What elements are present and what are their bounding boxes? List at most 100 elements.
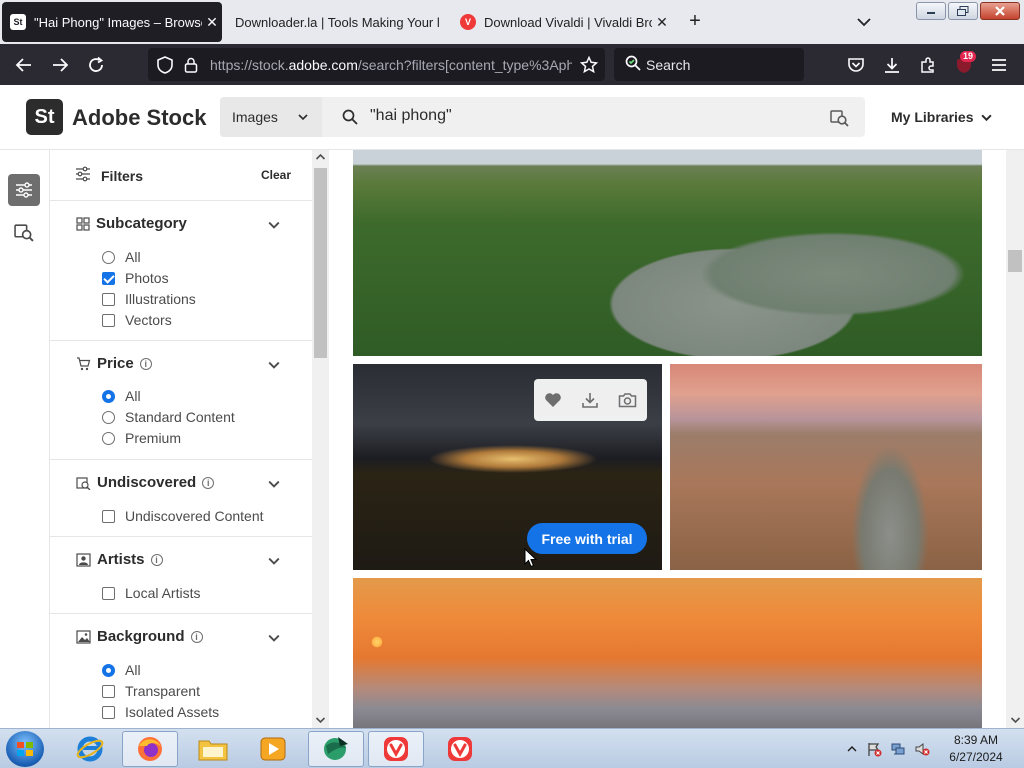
page-scrollbar-thumb[interactable] bbox=[1008, 250, 1022, 272]
result-image-city-aerial[interactable] bbox=[670, 364, 982, 570]
checkbox[interactable] bbox=[102, 705, 115, 719]
undiscovered-header[interactable]: Undiscovered i bbox=[76, 474, 215, 491]
artists-option-local[interactable]: Local Artists bbox=[102, 583, 200, 603]
back-arrow-icon[interactable] bbox=[13, 54, 35, 76]
filters-toggle-button[interactable] bbox=[8, 174, 40, 206]
camera-icon[interactable] bbox=[618, 392, 637, 408]
internet-explorer-taskbar-icon[interactable] bbox=[62, 731, 118, 767]
radio-selected[interactable] bbox=[102, 389, 115, 403]
chevron-down-icon[interactable] bbox=[268, 632, 280, 644]
brand-name[interactable]: Adobe Stock bbox=[72, 105, 206, 131]
filters-scrollbar-thumb[interactable] bbox=[314, 168, 327, 358]
download-icon[interactable] bbox=[581, 391, 599, 409]
visual-search-rail-button[interactable] bbox=[8, 216, 40, 248]
chevron-down-icon[interactable] bbox=[268, 219, 280, 231]
visual-search-icon[interactable] bbox=[830, 108, 849, 127]
network-icon[interactable] bbox=[890, 741, 906, 757]
subcategory-header[interactable]: Subcategory bbox=[76, 215, 187, 232]
scroll-up-arrow-icon[interactable] bbox=[315, 152, 326, 162]
globe-app-taskbar-icon[interactable] bbox=[308, 731, 364, 767]
scroll-down-arrow-icon[interactable] bbox=[315, 715, 326, 725]
vivaldi-favicon-icon: V bbox=[460, 14, 476, 30]
reload-icon[interactable] bbox=[85, 54, 107, 76]
subcategory-option-all[interactable]: All bbox=[102, 247, 141, 267]
result-image-sunset-skyline[interactable] bbox=[353, 578, 982, 728]
background-header[interactable]: Background i bbox=[76, 628, 203, 645]
radio[interactable] bbox=[102, 431, 115, 445]
category-label: Images bbox=[232, 109, 278, 125]
clear-filters-button[interactable]: Clear bbox=[261, 168, 291, 182]
vivaldi-taskbar-icon[interactable] bbox=[432, 731, 488, 767]
free-with-trial-button[interactable]: Free with trial bbox=[527, 523, 647, 554]
info-icon[interactable]: i bbox=[139, 357, 152, 370]
pocket-icon[interactable] bbox=[845, 54, 867, 76]
shield-icon[interactable] bbox=[154, 54, 176, 76]
artists-header[interactable]: Artists i bbox=[76, 551, 163, 568]
volume-muted-icon[interactable] bbox=[914, 741, 930, 757]
background-option-isolated[interactable]: Isolated Assets bbox=[102, 702, 219, 722]
file-explorer-taskbar-icon[interactable] bbox=[185, 731, 241, 767]
lock-icon[interactable] bbox=[180, 54, 202, 76]
radio[interactable] bbox=[102, 250, 115, 264]
browser-search-box[interactable]: Search bbox=[614, 48, 804, 81]
restore-button[interactable] bbox=[948, 2, 978, 20]
category-dropdown[interactable]: Images bbox=[220, 97, 322, 137]
background-option-all[interactable]: All bbox=[102, 660, 141, 680]
info-icon[interactable]: i bbox=[150, 553, 163, 566]
price-option-standard[interactable]: Standard Content bbox=[102, 407, 235, 427]
checkbox[interactable] bbox=[102, 509, 115, 523]
firefox-taskbar-icon[interactable] bbox=[122, 731, 178, 767]
radio[interactable] bbox=[102, 410, 115, 424]
chevron-down-icon[interactable] bbox=[268, 359, 280, 371]
checkbox[interactable] bbox=[102, 313, 115, 327]
option-label: All bbox=[125, 662, 141, 678]
heart-icon[interactable] bbox=[544, 392, 562, 408]
tab-adobe-stock[interactable]: St "Hai Phong" Images – Browse 3 ✕ bbox=[2, 2, 222, 42]
chevron-down-icon[interactable] bbox=[268, 478, 280, 490]
result-image-river[interactable] bbox=[353, 150, 982, 356]
scroll-down-arrow-icon[interactable] bbox=[1010, 715, 1021, 725]
subcategory-option-vectors[interactable]: Vectors bbox=[102, 310, 172, 330]
price-option-premium[interactable]: Premium bbox=[102, 428, 181, 448]
background-option-transparent[interactable]: Transparent bbox=[102, 681, 200, 701]
chevron-down-icon[interactable] bbox=[268, 555, 280, 567]
window-close-button[interactable] bbox=[980, 2, 1020, 20]
radio-selected[interactable] bbox=[102, 663, 115, 677]
show-hidden-icons-arrow-icon[interactable] bbox=[844, 741, 860, 757]
page-scrollbar[interactable] bbox=[1006, 150, 1024, 728]
downloads-icon[interactable] bbox=[881, 54, 903, 76]
undiscovered-option-content[interactable]: Undiscovered Content bbox=[102, 506, 264, 526]
checkbox-checked[interactable] bbox=[102, 271, 115, 285]
subcategory-option-photos[interactable]: Photos bbox=[102, 268, 169, 288]
price-option-all[interactable]: All bbox=[102, 386, 141, 406]
action-center-flag-icon[interactable] bbox=[866, 741, 882, 757]
info-icon[interactable]: i bbox=[202, 476, 215, 489]
checkbox[interactable] bbox=[102, 684, 115, 698]
bookmark-star-icon[interactable] bbox=[578, 54, 600, 76]
vivaldi-installer-taskbar-icon[interactable] bbox=[368, 731, 424, 767]
info-icon[interactable]: i bbox=[190, 630, 203, 643]
close-icon[interactable]: ✕ bbox=[652, 14, 672, 31]
new-tab-plus-icon[interactable]: + bbox=[684, 10, 706, 32]
menu-hamburger-icon[interactable] bbox=[988, 54, 1010, 76]
adobe-stock-logo[interactable]: St bbox=[26, 99, 63, 135]
system-clock[interactable]: 8:39 AM 6/27/2024 bbox=[940, 732, 1012, 766]
url-bar[interactable]: https://stock.adobe.com/search?filters[c… bbox=[148, 48, 605, 81]
tab-list-chevron-down-icon[interactable] bbox=[854, 12, 874, 32]
forward-arrow-icon[interactable] bbox=[49, 54, 71, 76]
my-libraries-button[interactable]: My Libraries bbox=[891, 109, 992, 125]
tab-downloader[interactable]: Downloader.la | Tools Making Your l bbox=[226, 2, 446, 42]
checkbox[interactable] bbox=[102, 586, 115, 600]
media-player-taskbar-icon[interactable] bbox=[245, 731, 301, 767]
price-header[interactable]: Price i bbox=[76, 355, 152, 372]
subcategory-option-illustrations[interactable]: Illustrations bbox=[102, 289, 196, 309]
close-icon[interactable]: ✕ bbox=[202, 14, 222, 31]
search-input[interactable]: "hai phong" bbox=[370, 107, 452, 125]
extensions-puzzle-icon[interactable] bbox=[917, 54, 939, 76]
tab-vivaldi[interactable]: V Download Vivaldi | Vivaldi Brow ✕ bbox=[452, 2, 672, 42]
start-button[interactable] bbox=[6, 731, 44, 767]
cart-icon bbox=[77, 356, 91, 370]
filters-scrollbar[interactable] bbox=[312, 150, 329, 728]
checkbox[interactable] bbox=[102, 292, 115, 306]
minimize-button[interactable] bbox=[916, 2, 946, 20]
